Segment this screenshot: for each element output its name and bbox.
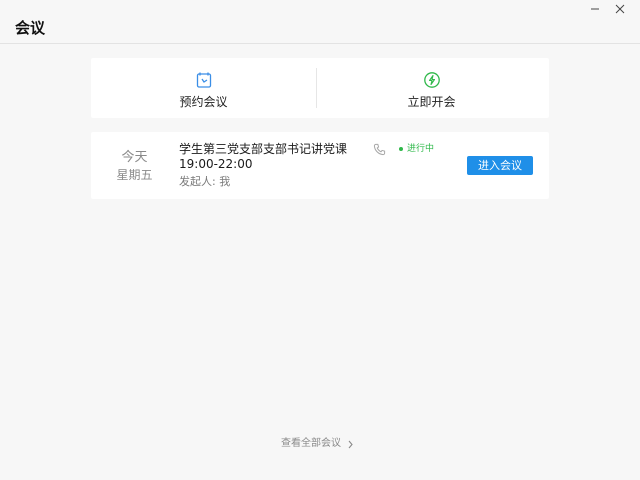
meeting-weekday: 星期五 (116, 168, 153, 182)
status-dot (399, 147, 403, 151)
meeting-organizer: 发起人: 我 (179, 175, 231, 188)
divider (316, 68, 317, 108)
join-meeting-button[interactable]: 进入会议 (467, 156, 533, 175)
close-button[interactable] (608, 0, 632, 18)
window-title: 会议 (15, 19, 46, 37)
lightning-circle-icon (423, 72, 440, 88)
calendar-clock-icon (196, 72, 211, 88)
status-text: 进行中 (407, 144, 435, 154)
status-badge: 进行中 (399, 143, 434, 155)
schedule-meeting-label: 预约会议 (179, 95, 228, 109)
title-bar: 会议 (0, 0, 640, 44)
view-all-meetings-link[interactable]: 查看全部会议 (281, 437, 354, 451)
minimize-button[interactable] (583, 0, 607, 18)
instant-meeting-button[interactable]: 立即开会 (319, 58, 544, 118)
meeting-time: 19:00-22:00 (179, 157, 253, 171)
meeting-day: 今天 (121, 150, 148, 165)
quick-actions-card: 预约会议 立即开会 (91, 58, 549, 118)
meeting-title: 学生第三党支部支部书记讲党课 (179, 142, 348, 156)
minimize-icon (591, 8, 599, 10)
phone-icon (373, 143, 386, 156)
schedule-meeting-button[interactable]: 预约会议 (91, 58, 316, 118)
view-all-label: 查看全部会议 (281, 438, 341, 449)
close-icon (615, 4, 625, 14)
meeting-card[interactable]: 今天 星期五 学生第三党支部支部书记讲党课 进行中 19:00-22:00 发起… (91, 132, 549, 199)
instant-meeting-label: 立即开会 (407, 95, 456, 109)
chevron-right-icon (348, 440, 353, 448)
